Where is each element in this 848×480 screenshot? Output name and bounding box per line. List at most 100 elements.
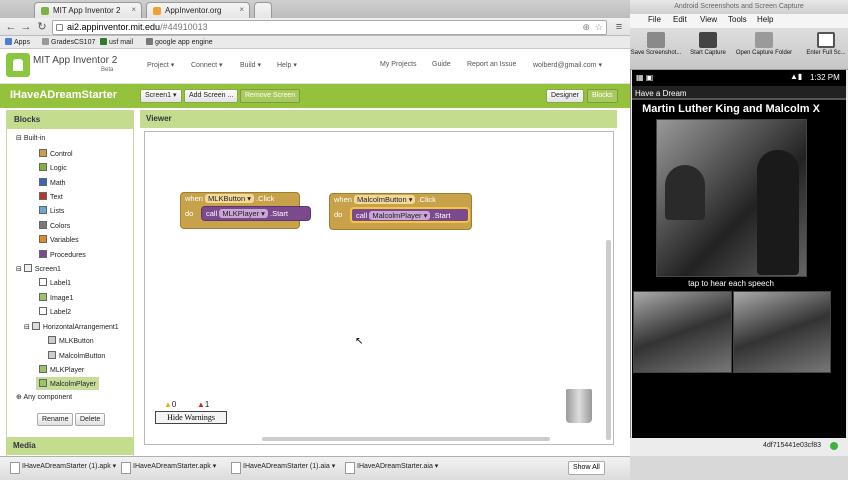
- link-my-projects[interactable]: My Projects: [380, 61, 417, 68]
- tree-builtin[interactable]: ⊟ Built-in: [16, 134, 45, 142]
- expand-icon[interactable]: ⊕: [16, 394, 22, 401]
- mac-window-bottom: [630, 456, 848, 480]
- hide-warnings-button[interactable]: Hide Warnings: [155, 411, 227, 424]
- menu-build[interactable]: Build ▾: [240, 61, 261, 69]
- delete-button[interactable]: Delete: [75, 413, 106, 426]
- menu-connect[interactable]: Connect ▾: [191, 61, 223, 69]
- app-inventor-favicon-icon: [41, 7, 49, 15]
- save-screenshot-icon: [647, 32, 665, 48]
- account-menu[interactable]: wolberd@gmail.com ▾: [533, 61, 602, 69]
- screen-select[interactable]: Screen1 ▾: [140, 89, 182, 103]
- menu-file[interactable]: File: [648, 15, 661, 24]
- collapse-icon[interactable]: ⊟: [16, 266, 22, 273]
- menu-help[interactable]: Help: [757, 15, 773, 24]
- tree-item-image1[interactable]: Image1: [39, 293, 73, 302]
- new-tab-button[interactable]: [254, 2, 272, 18]
- menu-project[interactable]: Project ▾: [147, 61, 174, 69]
- malcolm-button-image[interactable]: [733, 291, 831, 373]
- settings-menu-icon[interactable]: ≡: [612, 20, 626, 34]
- call-block-malcolmplayer-start[interactable]: call MalcolmPlayer ▾ .Start: [350, 207, 470, 223]
- link-report-issue[interactable]: Report an Issue: [467, 61, 516, 68]
- tab-appinventor-org[interactable]: AppInventor.org ×: [146, 2, 250, 18]
- bookmarks-bar: Apps GradesCS107 usf mail google app eng…: [0, 36, 630, 49]
- rename-button[interactable]: Rename: [37, 413, 74, 426]
- component-dropdown[interactable]: MLKPlayer ▾: [219, 209, 268, 218]
- close-icon[interactable]: ×: [131, 5, 136, 14]
- show-all-button[interactable]: Show All: [568, 461, 605, 475]
- vertical-scrollbar[interactable]: [606, 240, 611, 440]
- save-screenshot-button[interactable]: Save Screenshot...: [628, 32, 684, 56]
- menu-edit[interactable]: Edit: [673, 15, 687, 24]
- address-bar[interactable]: ai2.appinventor.mit.edu/#44910013 ⊕ ☆: [52, 20, 607, 35]
- do-label: do: [334, 210, 343, 219]
- project-name: IHaveADreamStarter: [10, 89, 117, 101]
- tree-item-text[interactable]: Text: [39, 192, 63, 201]
- download-item[interactable]: IHaveADreamStarter.apk ▾: [121, 462, 216, 474]
- download-item[interactable]: IHaveADreamStarter.aia ▾: [345, 462, 438, 474]
- remove-screen-button[interactable]: Remove Screen: [240, 89, 301, 103]
- menu-view[interactable]: View: [700, 15, 717, 24]
- blocks-workspace[interactable]: [144, 131, 614, 445]
- menu-tools[interactable]: Tools: [728, 15, 747, 24]
- tree-item-logic[interactable]: Logic: [39, 163, 67, 172]
- reload-icon[interactable]: ↻: [35, 20, 49, 34]
- close-icon[interactable]: ×: [239, 5, 244, 14]
- blocks-button[interactable]: Blocks: [587, 89, 618, 103]
- tree-item-lists[interactable]: Lists: [39, 206, 64, 215]
- star-icon[interactable]: ☆: [595, 21, 603, 34]
- tree-item-math[interactable]: Math: [39, 178, 66, 187]
- back-icon[interactable]: ←: [4, 20, 18, 34]
- trash-icon[interactable]: [566, 389, 592, 423]
- tree-item-variables[interactable]: Variables: [39, 235, 79, 244]
- do-label: do: [185, 209, 194, 218]
- download-item[interactable]: IHaveADreamStarter (1).aia ▾: [231, 462, 335, 474]
- mlk-button-image[interactable]: [633, 291, 732, 373]
- device-id: 4df715441e03cf83: [763, 442, 821, 449]
- tab-label: AppInventor.org: [165, 6, 222, 15]
- component-dropdown[interactable]: MalcolmButton ▾: [354, 195, 416, 204]
- bookmark-usf-mail[interactable]: usf mail: [100, 38, 133, 46]
- tree-screen1[interactable]: ⊟ Screen1: [16, 264, 61, 273]
- app-inventor-logo-icon[interactable]: [6, 53, 30, 77]
- component-dropdown[interactable]: MalcolmPlayer ▾: [369, 211, 431, 220]
- procedures-drawer-icon: [39, 250, 47, 258]
- tree-item-colors[interactable]: Colors: [39, 221, 70, 230]
- connected-status-icon: [830, 442, 838, 450]
- download-item[interactable]: IHaveADreamStarter (1).apk ▾: [10, 462, 116, 474]
- tree-any-component[interactable]: ⊕ Any component: [16, 393, 72, 401]
- error-indicator[interactable]: ▲1: [197, 400, 209, 409]
- clock-time: 1:32 PM: [810, 73, 840, 82]
- bookmark-app-engine[interactable]: google app engine: [146, 38, 213, 46]
- folder-icon: [146, 38, 153, 45]
- bookmark-apps[interactable]: Apps: [5, 38, 30, 46]
- tree-item-label1[interactable]: Label1: [39, 278, 71, 287]
- enter-full-screen-button[interactable]: Enter Full Sc...: [804, 32, 848, 56]
- menu-help[interactable]: Help ▾: [277, 61, 297, 69]
- component-dropdown[interactable]: MLKButton ▾: [205, 194, 254, 203]
- tree-item-label2[interactable]: Label2: [39, 307, 71, 316]
- tree-item-procedures[interactable]: Procedures: [39, 250, 86, 259]
- horizontal-scrollbar[interactable]: [262, 437, 550, 441]
- call-block-mlkplayer-start[interactable]: call MLKPlayer ▾ .Start: [201, 206, 311, 221]
- forward-icon[interactable]: →: [19, 20, 33, 34]
- bookmark-grades[interactable]: GradesCS107: [42, 38, 95, 46]
- tree-item-mlkplayer[interactable]: MLKPlayer: [39, 365, 84, 374]
- open-capture-folder-button[interactable]: Open Capture Folder: [732, 32, 796, 56]
- device-status-bar: 4df715441e03cf83: [630, 438, 848, 456]
- warning-indicator[interactable]: ▲0: [164, 400, 176, 409]
- collapse-icon[interactable]: ⊟: [24, 324, 30, 331]
- tree-horizontal-arrangement[interactable]: ⊟ HorizontalArrangement1: [24, 322, 119, 331]
- link-guide[interactable]: Guide: [432, 61, 451, 68]
- add-screen-button[interactable]: Add Screen ...: [184, 89, 239, 103]
- tree-item-control[interactable]: Control: [39, 149, 73, 158]
- phone-app-title: Have a Dream: [632, 86, 846, 100]
- designer-button[interactable]: Designer: [546, 89, 585, 103]
- collapse-icon[interactable]: ⊟: [16, 135, 22, 142]
- tree-item-malcolmplayer[interactable]: MalcolmPlayer: [36, 377, 99, 390]
- tree-item-mlkbutton[interactable]: MLKButton: [48, 336, 94, 345]
- start-capture-button[interactable]: Start Capture: [684, 32, 732, 56]
- figure-shape: [665, 165, 705, 220]
- tab-app-inventor[interactable]: MIT App Inventor 2 ×: [34, 2, 142, 18]
- zoom-icon[interactable]: ⊕: [582, 21, 590, 34]
- tree-item-malcolmbutton[interactable]: MalcolmButton: [48, 351, 105, 360]
